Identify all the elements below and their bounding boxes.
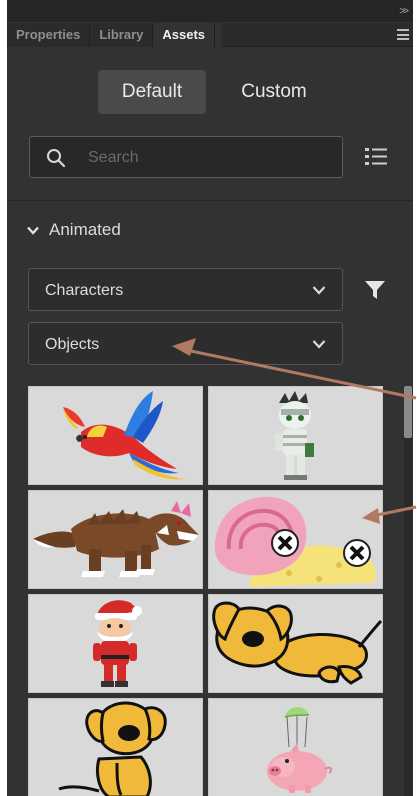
tab-library[interactable]: Library [90, 23, 154, 47]
search-icon [47, 149, 66, 168]
dog-lying-image [212, 601, 382, 685]
list-view-icon[interactable] [364, 145, 388, 169]
tab-assets[interactable]: Assets [153, 23, 216, 47]
dog-sitting-image [58, 701, 167, 796]
tab-bar: Properties Library Assets [7, 23, 216, 47]
characters-dropdown[interactable]: Characters [28, 268, 343, 311]
santa-image [93, 600, 142, 687]
custom-toggle-button[interactable]: Custom [226, 70, 322, 114]
animated-section-header[interactable]: Animated [27, 218, 121, 242]
search-input[interactable] [88, 146, 328, 170]
search-box[interactable] [29, 136, 343, 178]
asset-thumbnail-santa[interactable] [28, 594, 203, 693]
panel-menu-icon[interactable] [397, 29, 409, 40]
tab-properties[interactable]: Properties [7, 23, 91, 47]
tab-bar-background [222, 23, 413, 47]
filter-icon[interactable] [364, 279, 386, 301]
asset-thumbnail-snail[interactable] [208, 490, 383, 589]
asset-thumbnail-mummy[interactable] [208, 386, 383, 485]
objects-dropdown-value: Objects [45, 336, 100, 353]
scrollbar-thumb[interactable] [404, 386, 412, 438]
asset-thumbnail-dog-sitting[interactable] [28, 698, 203, 796]
chevron-down-icon [27, 226, 39, 235]
asset-thumbnail-dog-lying[interactable] [208, 594, 383, 693]
chevron-down-icon [312, 286, 326, 295]
characters-dropdown-value: Characters [45, 282, 124, 299]
chevron-down-icon [312, 340, 326, 349]
default-toggle-button[interactable]: Default [98, 70, 206, 114]
pig-parachute-image [267, 706, 333, 793]
snail-image [214, 496, 376, 587]
wolf-image [33, 501, 199, 577]
parrot-image [63, 391, 185, 480]
collapse-panel-icon[interactable]: >> [399, 7, 409, 17]
asset-grid [28, 386, 384, 796]
asset-thumbnail-pig-parachute[interactable] [208, 698, 383, 796]
objects-dropdown[interactable]: Objects [28, 322, 343, 365]
panel-header-strip: >> [7, 0, 413, 22]
asset-thumbnail-parrot[interactable] [28, 386, 203, 485]
asset-thumbnail-wolf[interactable] [28, 490, 203, 589]
section-label: Animated [49, 220, 121, 239]
asset-grid-scrollbar[interactable] [404, 386, 412, 796]
section-divider [7, 200, 413, 201]
mummy-image [275, 391, 314, 480]
